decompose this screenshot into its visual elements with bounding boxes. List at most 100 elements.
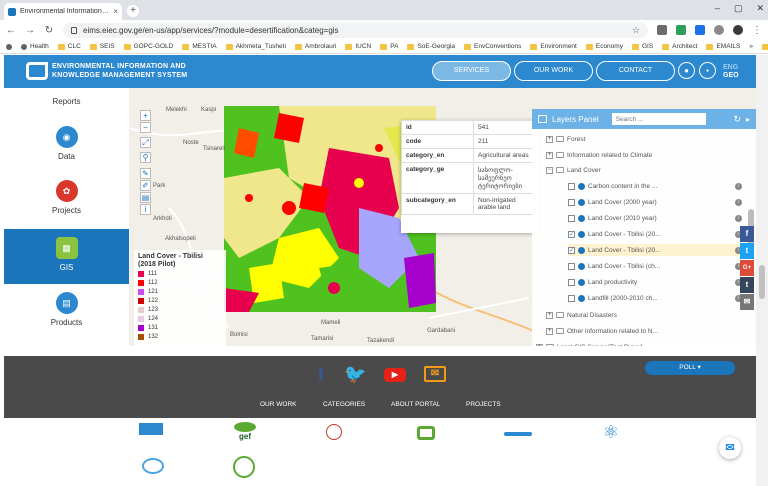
refresh-icon[interactable]: ↻ <box>733 114 741 125</box>
footer-link-our-work[interactable]: OUR WORK <box>260 401 296 408</box>
bookmark-item[interactable]: Health <box>21 43 49 50</box>
reload-icon[interactable]: ↻ <box>44 25 54 36</box>
expand-icon[interactable]: + <box>546 327 553 335</box>
share-facebook-icon[interactable]: f <box>740 226 754 242</box>
bookmark-item[interactable]: MESTIA <box>182 43 217 50</box>
footer-link-categories[interactable]: CATEGORIES <box>323 401 365 408</box>
gis-map[interactable]: + − ⤢ ⚲ ✎ ✐ ▤ i Melekhi Kaspi Noste Tsin… <box>129 88 756 346</box>
layer-item[interactable]: Land Cover - Tbilisi (ch... › <box>568 260 742 272</box>
email-icon[interactable]: ✉ <box>424 366 446 382</box>
bookmark-item[interactable]: EMAILS <box>706 43 740 50</box>
measure-icon[interactable]: ✎ <box>140 168 151 179</box>
extension-icon[interactable] <box>695 25 705 35</box>
layer-options-icon[interactable]: › <box>735 182 742 190</box>
partner-wave-logo[interactable] <box>504 432 532 436</box>
gef-logo[interactable]: gef <box>232 422 258 444</box>
layer-group[interactable]: + Natural Disasters <box>546 309 742 321</box>
menu-products[interactable]: ▤ Products <box>4 290 129 336</box>
layer-group[interactable]: + Local GIS Server [Test Proxy] <box>536 341 742 346</box>
layer-checkbox[interactable] <box>568 214 575 222</box>
bookmark-star-icon[interactable]: ☆ <box>632 25 640 36</box>
expand-icon[interactable]: + <box>546 135 553 143</box>
lock-icon[interactable]: ▪ <box>699 62 716 79</box>
bookmark-item[interactable]: CLC <box>57 43 81 50</box>
forward-icon[interactable]: → <box>25 25 35 36</box>
window-close-icon[interactable]: ✕ <box>756 3 764 14</box>
expand-icon[interactable]: − <box>546 166 553 174</box>
layer-checkbox[interactable] <box>568 262 575 270</box>
nav-our-work-button[interactable]: OUR WORK <box>514 61 593 81</box>
url-text[interactable]: eims.eiec.gov.ge/en-us/app/services/?mod… <box>83 26 339 35</box>
layer-checkbox[interactable] <box>568 182 575 190</box>
other-bookmarks[interactable]: Other bookmarks <box>761 43 768 50</box>
address-bar[interactable]: eims.eiec.gov.ge/en-us/app/services/?mod… <box>63 22 648 38</box>
menu-gis[interactable]: ▦ GIS <box>4 229 129 284</box>
layer-group[interactable]: + Information related to Climate <box>546 149 742 161</box>
share-email-icon[interactable]: ✉ <box>740 294 754 310</box>
lang-geo[interactable]: GEO <box>723 72 739 80</box>
layer-item[interactable]: Land productivity › <box>568 276 742 288</box>
page-scrollbar[interactable] <box>756 55 768 486</box>
bookmark-item[interactable]: Akhmeta_Tusheti <box>225 43 286 50</box>
bookmark-apps[interactable] <box>6 43 12 50</box>
zoom-in-button[interactable]: + <box>140 110 151 121</box>
menu-projects[interactable]: ✿ Projects <box>4 178 129 224</box>
tab-close-icon[interactable]: × <box>113 7 118 16</box>
expand-icon[interactable]: + <box>546 311 553 319</box>
share-twitter-icon[interactable]: t <box>740 243 754 259</box>
draw-icon[interactable]: ✐ <box>140 180 151 191</box>
share-tumblr-icon[interactable]: t <box>740 277 754 293</box>
menu-reports[interactable]: Reports <box>4 97 129 106</box>
layer-group[interactable]: − Land Cover <box>546 164 742 176</box>
menu-icon[interactable]: ⋮ <box>752 25 762 36</box>
maximize-icon[interactable]: ▢ <box>734 3 743 14</box>
settings-icon[interactable] <box>714 25 724 35</box>
messenger-chat-button[interactable]: ✉ <box>719 437 741 459</box>
footer-link-about[interactable]: ABOUT PORTAL <box>391 401 441 408</box>
expand-icon[interactable]: + <box>536 343 543 346</box>
collapse-panel-icon[interactable]: ▸ <box>746 115 750 124</box>
bookmark-item[interactable]: IUCN <box>345 43 371 50</box>
extension-icon[interactable] <box>676 25 686 35</box>
minimize-icon[interactable]: – <box>715 3 720 14</box>
layer-group[interactable]: + Forest <box>546 133 742 145</box>
fullscreen-icon[interactable]: ⤢ <box>140 137 151 148</box>
browser-tab[interactable]: Environmental Information and × <box>4 3 122 20</box>
water-logo[interactable] <box>142 458 164 474</box>
language-switcher[interactable]: ENG GEO <box>723 64 739 80</box>
share-google-icon[interactable]: G+ <box>740 260 754 276</box>
page-scrollbar-thumb[interactable] <box>759 265 765 299</box>
lang-eng[interactable]: ENG <box>723 64 739 72</box>
site-name[interactable]: ENVIRONMENTAL INFORMATION AND KNOWLEDGE … <box>52 63 187 80</box>
undp-logo[interactable] <box>139 423 163 435</box>
user-icon[interactable]: ● <box>678 62 695 79</box>
layer-checkbox[interactable] <box>568 278 575 286</box>
zoom-out-button[interactable]: − <box>140 122 151 133</box>
bookmark-item[interactable]: EnvConventions <box>464 43 521 50</box>
layer-item[interactable]: Carbon content in the ... › <box>568 180 742 192</box>
layer-item[interactable]: Landfill (2000-2010 ch... › <box>568 292 742 304</box>
layer-checkbox[interactable] <box>568 294 575 302</box>
profile-avatar[interactable] <box>733 25 743 35</box>
print-icon[interactable]: ▤ <box>140 192 151 203</box>
poll-button[interactable]: POLL ▾ <box>645 361 735 375</box>
bookmark-item[interactable]: Ambrolauri <box>294 43 336 50</box>
layer-checkbox[interactable]: ✓ <box>568 246 575 254</box>
youtube-icon[interactable]: ▶ <box>384 368 406 382</box>
bookmark-item[interactable]: Economy <box>585 43 623 50</box>
eiec-logo[interactable] <box>417 426 435 440</box>
twitter-icon[interactable]: 🐦 <box>344 364 366 384</box>
layer-checkbox[interactable]: ✓ <box>568 230 575 238</box>
facebook-icon[interactable]: f <box>314 364 328 384</box>
expand-icon[interactable]: + <box>546 151 553 159</box>
layer-options-icon[interactable]: › <box>735 214 742 222</box>
layer-group[interactable]: + Other information related to N... <box>546 325 742 337</box>
government-seal-logo[interactable] <box>326 424 342 440</box>
layer-item[interactable]: Land Cover (2010 year) › <box>568 212 742 224</box>
map-search-icon[interactable]: ⚲ <box>140 152 151 163</box>
layer-item[interactable]: ✓ Land Cover - Tbilisi (20... › <box>568 228 742 240</box>
footer-link-projects[interactable]: PROJECTS <box>466 401 501 408</box>
plant-logo[interactable] <box>233 456 255 478</box>
bookmarks-overflow-button[interactable]: » <box>749 43 753 50</box>
new-tab-button[interactable]: + <box>127 5 139 17</box>
